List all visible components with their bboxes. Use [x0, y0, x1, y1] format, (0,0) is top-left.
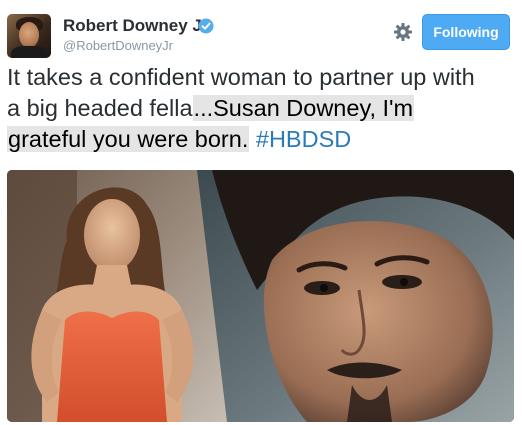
photo-collage-image: [7, 170, 514, 422]
gear-icon[interactable]: [393, 22, 413, 42]
user-handle[interactable]: @RobertDowneyJr: [63, 38, 173, 53]
avatar[interactable]: [7, 14, 51, 58]
tweet-line-3: grateful you were born. #HBDSD: [7, 124, 517, 155]
tweet-line-1: It takes a confident woman to partner up…: [7, 64, 475, 90]
avatar-face: [19, 22, 39, 48]
tweet-text-highlight: ...Susan Downey, I'm: [192, 95, 415, 121]
tweet-card: Robert Downey Jr @RobertDowneyJr Followi…: [0, 0, 522, 425]
verified-badge-icon: [198, 18, 214, 34]
user-display-name[interactable]: Robert Downey Jr: [63, 16, 208, 36]
tweet-text-plain: a big headed fella: [7, 95, 193, 121]
tweet-line-2: a big headed fella...Susan Downey, I'm: [7, 93, 517, 124]
tweet-photo[interactable]: [7, 170, 514, 422]
following-button[interactable]: Following: [422, 14, 510, 50]
tweet-text-highlight-2: grateful you were born.: [7, 126, 250, 152]
avatar-shirt: [11, 46, 47, 58]
tweet-text: It takes a confident woman to partner up…: [7, 62, 517, 155]
hashtag-link[interactable]: #HBDSD: [256, 126, 351, 152]
